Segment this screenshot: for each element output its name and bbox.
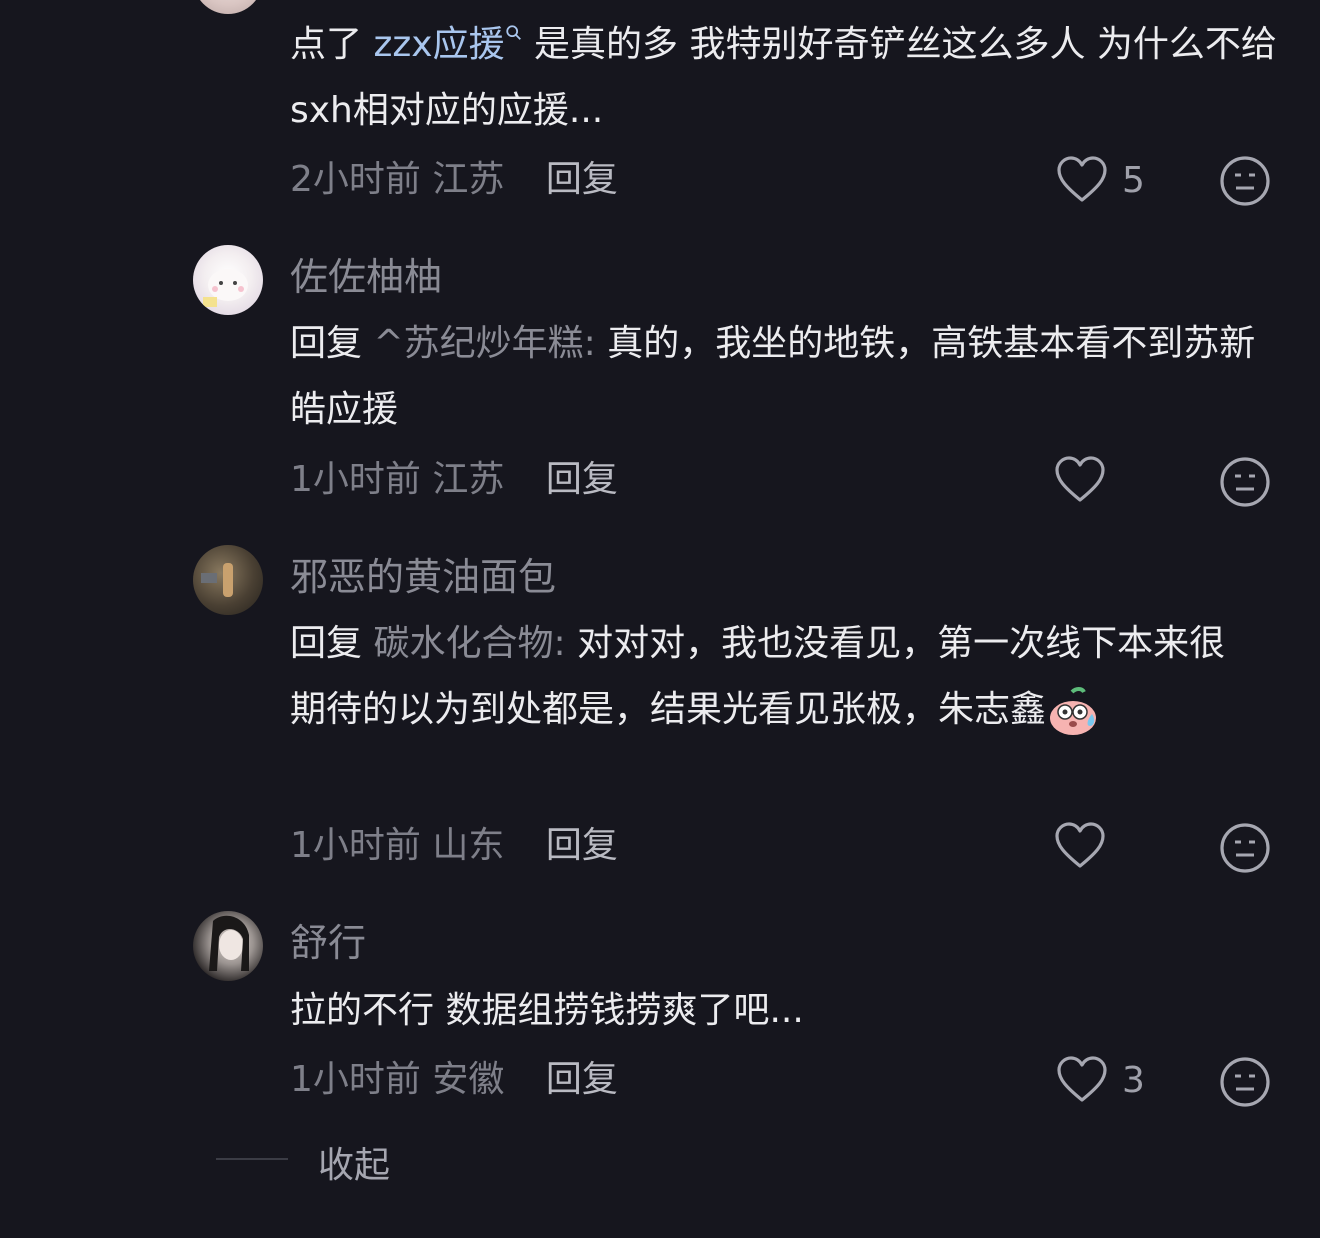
comment-text: 拉的不行 数据组捞钱捞爽了吧... — [290, 990, 804, 1031]
reply-button[interactable]: 回复 — [546, 459, 618, 500]
like-button[interactable]: 5 — [1056, 156, 1145, 204]
like-button[interactable] — [1054, 456, 1120, 504]
like-button[interactable]: 3 — [1056, 1056, 1145, 1104]
avatar[interactable] — [193, 545, 263, 615]
comment-text: 回复 碳水化合物: 对对对，我也没看见，第一次线下本来很期待的以为到处都是，结果… — [290, 611, 1260, 743]
search-link[interactable]: zzx应援 — [373, 24, 522, 65]
username[interactable]: 邪恶的黄油面包 — [290, 552, 556, 602]
comment-meta: 1小时前 江苏 回复 — [290, 455, 618, 505]
avatar-art — [201, 563, 233, 597]
collapse-divider — [216, 1158, 288, 1160]
location: 江苏 — [432, 159, 505, 200]
location: 安徽 — [432, 1059, 505, 1100]
avatar-art — [203, 269, 248, 307]
heart-icon — [1055, 822, 1105, 868]
reply-button[interactable]: 回复 — [546, 825, 618, 866]
reply-button[interactable]: 回复 — [546, 1059, 618, 1100]
location: 江苏 — [432, 459, 505, 500]
comment-text: 回复 ^苏纪炒年糕: 真的，我坐的地铁，高铁基本看不到苏新皓应援 — [290, 323, 1256, 430]
heart-icon — [1055, 456, 1105, 502]
like-count: 3 — [1122, 1059, 1145, 1101]
dislike-face-icon[interactable] — [1219, 155, 1271, 207]
timestamp: 1小时前 — [290, 1059, 421, 1100]
comment-text: 点了 zzx应援 是真的多 我特别好奇铲丝这么多人 为什么不给sxh相对应的应援… — [290, 24, 1277, 131]
username[interactable]: 佐佐柚柚 — [290, 252, 442, 302]
like-count: 5 — [1122, 159, 1145, 201]
timestamp: 1小时前 — [290, 825, 421, 866]
dislike-face-icon[interactable] — [1219, 1056, 1271, 1108]
heart-icon — [1057, 156, 1107, 202]
dislike-face-icon[interactable] — [1219, 822, 1271, 874]
heart-icon — [1057, 1056, 1107, 1102]
collapse-button[interactable]: 收起 — [318, 1136, 390, 1188]
location: 山东 — [432, 825, 505, 866]
reply-button[interactable]: 回复 — [546, 159, 618, 200]
username[interactable]: 舒行 — [290, 918, 366, 968]
avatar-art — [209, 915, 249, 971]
avatar[interactable] — [193, 245, 263, 315]
comment-meta: 2小时前 江苏 回复 — [290, 155, 618, 205]
timestamp: 2小时前 — [290, 159, 421, 200]
comment-meta: 1小时前 山东 回复 — [290, 821, 618, 871]
comment-meta: 1小时前 安徽 回复 — [290, 1055, 618, 1105]
mention[interactable]: ^苏纪炒年糕: — [373, 323, 595, 364]
dislike-face-icon[interactable] — [1219, 456, 1271, 508]
mention[interactable]: 碳水化合物: — [373, 623, 565, 664]
sweating-blob-emoji — [1050, 687, 1097, 735]
search-icon — [505, 25, 521, 40]
avatar-partial[interactable] — [193, 0, 263, 14]
avatar[interactable] — [193, 911, 263, 981]
timestamp: 1小时前 — [290, 459, 421, 500]
like-button[interactable] — [1054, 822, 1120, 870]
